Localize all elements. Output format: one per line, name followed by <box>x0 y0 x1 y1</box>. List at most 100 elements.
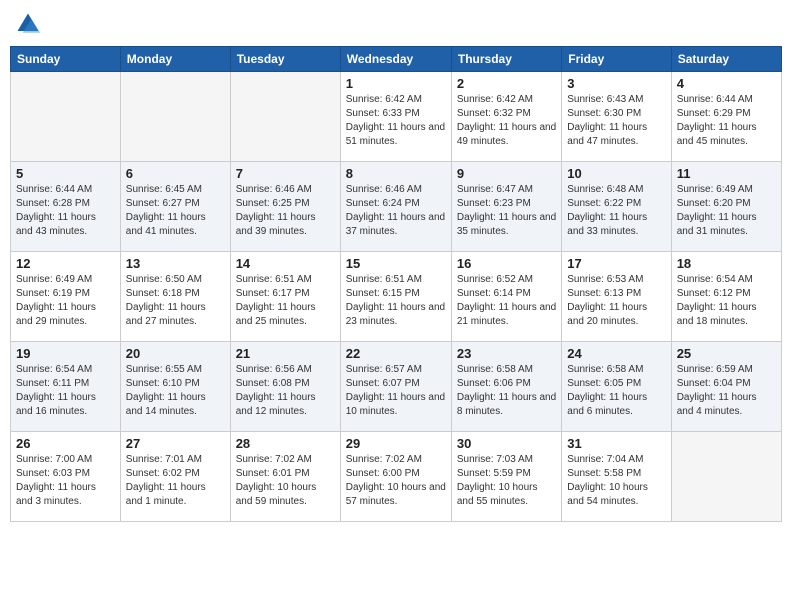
calendar-day-cell: 3 Sunrise: 6:43 AMSunset: 6:30 PMDaylight… <box>562 72 671 162</box>
calendar-day-cell: 1Sunrise: 6:42 AMSunset: 6:33 PMDaylight… <box>340 72 451 162</box>
weekday-header: Monday <box>120 47 230 72</box>
day-number: 9 <box>457 166 556 181</box>
calendar-day-cell: 14Sunrise: 6:51 AMSunset: 6:17 PMDayligh… <box>230 252 340 342</box>
calendar-day-cell: 18Sunrise: 6:54 AMSunset: 6:12 PMDayligh… <box>671 252 781 342</box>
day-number: 20 <box>126 346 225 361</box>
day-number: 26 <box>16 436 115 451</box>
calendar-week-row: 26 Sunrise: 7:00 AMSunset: 6:03 PMDayligh… <box>11 432 782 522</box>
calendar-day-cell <box>120 72 230 162</box>
day-number: 13 <box>126 256 225 271</box>
calendar-day-cell: 31 Sunrise: 7:04 AMSunset: 5:58 PMDayligh… <box>562 432 671 522</box>
day-info: Sunrise: 7:00 AMSunset: 6:03 PMDaylight:… <box>16 453 115 509</box>
calendar-day-cell: 24 Sunrise: 6:58 AMSunset: 6:05 PMDayligh… <box>562 342 671 432</box>
day-info: Sunrise: 6:54 AMSunset: 6:11 PMDaylight:… <box>16 363 115 419</box>
calendar-day-cell <box>11 72 121 162</box>
logo-icon <box>14 10 42 38</box>
day-info: Sunrise: 6:49 AMSunset: 6:19 PMDaylight:… <box>16 273 115 329</box>
calendar-day-cell: 25 Sunrise: 6:59 AMSunset: 6:04 PMDayligh… <box>671 342 781 432</box>
calendar-day-cell: 13 Sunrise: 6:50 AMSunset: 6:18 PMDayligh… <box>120 252 230 342</box>
calendar-day-cell: 29 Sunrise: 7:02 AMSunset: 6:00 PMDayligh… <box>340 432 451 522</box>
day-info: Sunrise: 6:46 AMSunset: 6:24 PMDaylight:… <box>346 183 446 239</box>
calendar-week-row: 19 Sunrise: 6:54 AMSunset: 6:11 PMDayligh… <box>11 342 782 432</box>
calendar-day-cell <box>671 432 781 522</box>
day-number: 15 <box>346 256 446 271</box>
calendar-week-row: 12 Sunrise: 6:49 AMSunset: 6:19 PMDayligh… <box>11 252 782 342</box>
weekday-header: Saturday <box>671 47 781 72</box>
calendar-day-cell <box>230 72 340 162</box>
day-number: 23 <box>457 346 556 361</box>
day-number: 24 <box>567 346 665 361</box>
calendar-day-cell: 16Sunrise: 6:52 AMSunset: 6:14 PMDayligh… <box>451 252 561 342</box>
calendar-day-cell: 4 Sunrise: 6:44 AMSunset: 6:29 PMDaylight… <box>671 72 781 162</box>
day-info: Sunrise: 6:42 AMSunset: 6:32 PMDaylight:… <box>457 93 556 149</box>
day-info: Sunrise: 6:59 AMSunset: 6:04 PMDaylight:… <box>677 363 776 419</box>
day-info: Sunrise: 6:48 AMSunset: 6:22 PMDaylight:… <box>567 183 665 239</box>
day-number: 12 <box>16 256 115 271</box>
calendar-day-cell: 28 Sunrise: 7:02 AMSunset: 6:01 PMDayligh… <box>230 432 340 522</box>
calendar-day-cell: 17 Sunrise: 6:53 AMSunset: 6:13 PMDayligh… <box>562 252 671 342</box>
day-number: 16 <box>457 256 556 271</box>
calendar-day-cell: 9Sunrise: 6:47 AMSunset: 6:23 PMDaylight… <box>451 162 561 252</box>
calendar-week-row: 5 Sunrise: 6:44 AMSunset: 6:28 PMDaylight… <box>11 162 782 252</box>
day-info: Sunrise: 6:45 AMSunset: 6:27 PMDaylight:… <box>126 183 225 239</box>
day-number: 19 <box>16 346 115 361</box>
calendar-day-cell: 19 Sunrise: 6:54 AMSunset: 6:11 PMDayligh… <box>11 342 121 432</box>
calendar-day-cell: 23 Sunrise: 6:58 AMSunset: 6:06 PMDayligh… <box>451 342 561 432</box>
day-info: Sunrise: 6:43 AMSunset: 6:30 PMDaylight:… <box>567 93 665 149</box>
weekday-header: Sunday <box>11 47 121 72</box>
calendar-header-row: SundayMondayTuesdayWednesdayThursdayFrid… <box>11 47 782 72</box>
day-number: 17 <box>567 256 665 271</box>
weekday-header: Thursday <box>451 47 561 72</box>
day-info: Sunrise: 6:58 AMSunset: 6:06 PMDaylight:… <box>457 363 556 419</box>
day-number: 14 <box>236 256 335 271</box>
day-number: 8 <box>346 166 446 181</box>
day-info: Sunrise: 6:53 AMSunset: 6:13 PMDaylight:… <box>567 273 665 329</box>
calendar-table: SundayMondayTuesdayWednesdayThursdayFrid… <box>10 46 782 522</box>
day-info: Sunrise: 7:02 AMSunset: 6:01 PMDaylight:… <box>236 453 335 509</box>
calendar-day-cell: 5 Sunrise: 6:44 AMSunset: 6:28 PMDaylight… <box>11 162 121 252</box>
calendar-day-cell: 27 Sunrise: 7:01 AMSunset: 6:02 PMDayligh… <box>120 432 230 522</box>
day-number: 5 <box>16 166 115 181</box>
day-info: Sunrise: 6:44 AMSunset: 6:28 PMDaylight:… <box>16 183 115 239</box>
day-number: 2 <box>457 76 556 91</box>
day-info: Sunrise: 7:04 AMSunset: 5:58 PMDaylight:… <box>567 453 665 509</box>
day-info: Sunrise: 6:44 AMSunset: 6:29 PMDaylight:… <box>677 93 776 149</box>
day-info: Sunrise: 6:51 AMSunset: 6:15 PMDaylight:… <box>346 273 446 329</box>
day-number: 7 <box>236 166 335 181</box>
day-number: 31 <box>567 436 665 451</box>
day-info: Sunrise: 6:57 AMSunset: 6:07 PMDaylight:… <box>346 363 446 419</box>
calendar-day-cell: 7Sunrise: 6:46 AMSunset: 6:25 PMDaylight… <box>230 162 340 252</box>
weekday-header: Wednesday <box>340 47 451 72</box>
day-info: Sunrise: 7:02 AMSunset: 6:00 PMDaylight:… <box>346 453 446 509</box>
calendar-day-cell: 2 Sunrise: 6:42 AMSunset: 6:32 PMDaylight… <box>451 72 561 162</box>
calendar-day-cell: 26 Sunrise: 7:00 AMSunset: 6:03 PMDayligh… <box>11 432 121 522</box>
calendar-day-cell: 6Sunrise: 6:45 AMSunset: 6:27 PMDaylight… <box>120 162 230 252</box>
calendar-day-cell: 11 Sunrise: 6:49 AMSunset: 6:20 PMDayligh… <box>671 162 781 252</box>
page-header <box>10 10 782 38</box>
calendar-day-cell: 15 Sunrise: 6:51 AMSunset: 6:15 PMDayligh… <box>340 252 451 342</box>
day-info: Sunrise: 6:58 AMSunset: 6:05 PMDaylight:… <box>567 363 665 419</box>
day-number: 27 <box>126 436 225 451</box>
day-number: 21 <box>236 346 335 361</box>
calendar-day-cell: 12 Sunrise: 6:49 AMSunset: 6:19 PMDayligh… <box>11 252 121 342</box>
weekday-header: Friday <box>562 47 671 72</box>
day-number: 10 <box>567 166 665 181</box>
day-number: 11 <box>677 166 776 181</box>
calendar-day-cell: 22 Sunrise: 6:57 AMSunset: 6:07 PMDayligh… <box>340 342 451 432</box>
calendar-day-cell: 8 Sunrise: 6:46 AMSunset: 6:24 PMDaylight… <box>340 162 451 252</box>
day-number: 22 <box>346 346 446 361</box>
day-number: 3 <box>567 76 665 91</box>
logo <box>14 10 46 38</box>
day-info: Sunrise: 6:56 AMSunset: 6:08 PMDaylight:… <box>236 363 335 419</box>
day-info: Sunrise: 7:01 AMSunset: 6:02 PMDaylight:… <box>126 453 225 509</box>
day-number: 28 <box>236 436 335 451</box>
day-number: 25 <box>677 346 776 361</box>
day-number: 4 <box>677 76 776 91</box>
day-number: 30 <box>457 436 556 451</box>
calendar-day-cell: 10 Sunrise: 6:48 AMSunset: 6:22 PMDayligh… <box>562 162 671 252</box>
day-info: Sunrise: 6:50 AMSunset: 6:18 PMDaylight:… <box>126 273 225 329</box>
day-info: Sunrise: 6:42 AMSunset: 6:33 PMDaylight:… <box>346 93 446 149</box>
day-info: Sunrise: 6:49 AMSunset: 6:20 PMDaylight:… <box>677 183 776 239</box>
day-number: 29 <box>346 436 446 451</box>
weekday-header: Tuesday <box>230 47 340 72</box>
